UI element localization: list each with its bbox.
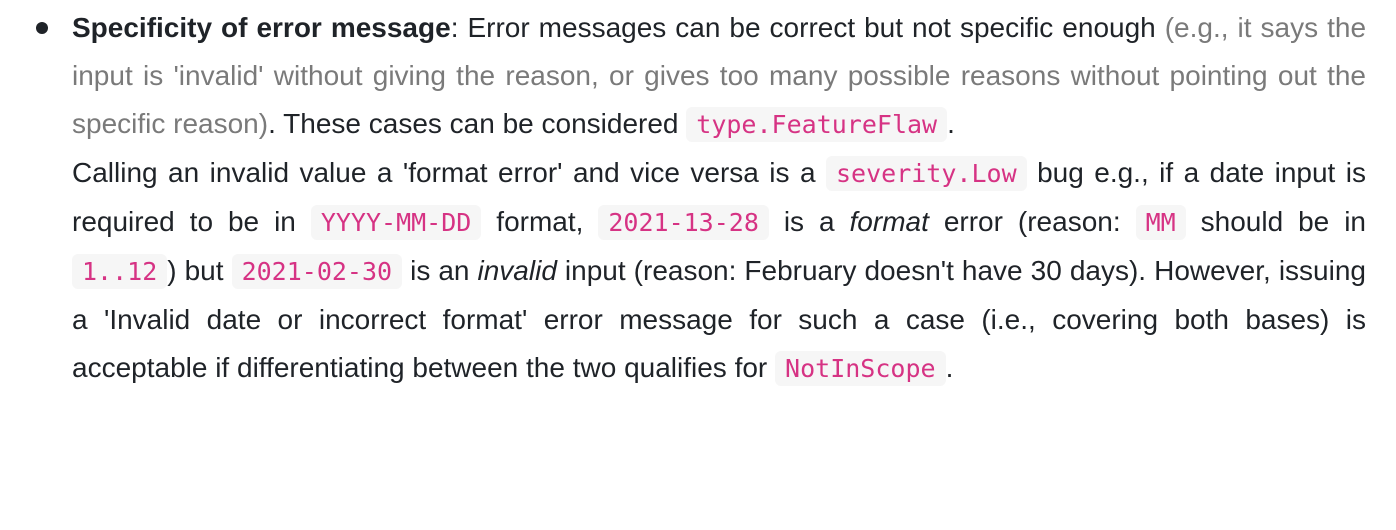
inline-code: type.FeatureFlaw: [686, 107, 948, 142]
text: : Error messages can be correct but not …: [450, 12, 1165, 43]
inline-code: 2021-02-30: [231, 254, 403, 289]
text: Calling an invalid value a 'format error…: [72, 157, 826, 188]
text: error (reason:: [928, 206, 1136, 237]
item-heading: Specificity of error message: [72, 12, 451, 43]
inline-code: YYYY-MM-DD: [310, 205, 482, 240]
text: .: [947, 108, 955, 139]
text: format,: [481, 206, 599, 237]
inline-code: 2021-13-28: [598, 205, 769, 240]
text: is a: [768, 206, 850, 237]
text: is an: [402, 255, 478, 286]
inline-code: severity.Low: [826, 156, 1027, 191]
emphasis: invalid: [477, 255, 557, 286]
bullet-point: [36, 22, 48, 34]
text: ) but: [167, 255, 232, 286]
text: . These cases can be considered: [268, 108, 687, 139]
emphasis: format: [849, 206, 929, 237]
list-item: Specificity of error message: Error mess…: [72, 4, 1366, 393]
text: should be in: [1185, 206, 1366, 237]
inline-code: NotInScope: [775, 351, 946, 386]
text: .: [945, 352, 954, 383]
inline-code: 1..12: [72, 254, 168, 289]
inline-code: MM: [1135, 205, 1186, 240]
